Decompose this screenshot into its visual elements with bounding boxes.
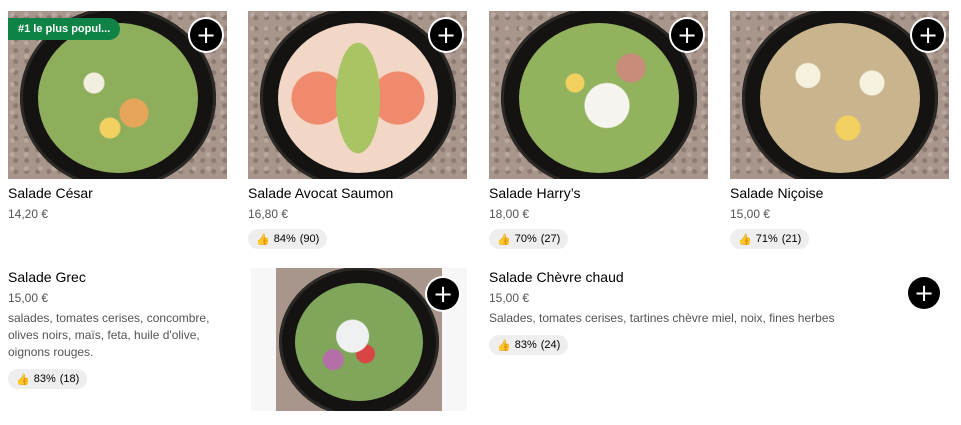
menu-item-salade-cesar[interactable]: #1 le plus popul... + Salade César 14,20… — [8, 11, 227, 221]
add-to-cart-button[interactable]: + — [908, 277, 940, 309]
item-photo-salade-grec[interactable]: + — [251, 268, 467, 411]
item-name: Salade Harry’s — [489, 185, 581, 201]
item-name: Salade César — [8, 185, 93, 201]
salad-image — [277, 23, 438, 174]
item-price: 16,80 € — [248, 207, 289, 221]
add-to-cart-button[interactable]: + — [430, 19, 462, 51]
item-description: salades, tomates cerises, concombre, oli… — [8, 311, 210, 359]
rating-percent: 70% — [514, 233, 537, 245]
add-to-cart-button[interactable]: + — [427, 278, 459, 310]
rating-percent: 83% — [514, 339, 537, 351]
add-to-cart-button[interactable]: + — [912, 19, 944, 51]
item-name: Salade Chèvre chaud — [489, 269, 624, 285]
rating-percent: 84% — [273, 233, 296, 245]
plus-icon: + — [913, 279, 935, 307]
salad-image — [37, 23, 198, 174]
add-to-cart-button[interactable]: + — [671, 19, 703, 51]
item-photo[interactable]: + — [730, 11, 949, 179]
item-name: Salade Avocat Saumon — [248, 185, 394, 201]
item-name: Salade Niçoise — [730, 185, 824, 201]
menu-item-salade-chevre-chaud[interactable]: Salade Chèvre chaud 15,00 € Salades, tom… — [489, 263, 889, 355]
rating-badge: 👍 71% (21) — [730, 229, 810, 249]
rating-badge: 👍 83% (18) — [8, 369, 88, 389]
item-price: 15,00 € — [489, 291, 530, 305]
rating-count: (90) — [299, 233, 320, 245]
popular-badge: #1 le plus popul... — [8, 18, 121, 40]
menu-item-salade-nicoise[interactable]: + Salade Niçoise 15,00 € 👍 71% (21) — [730, 11, 949, 249]
photo-frame — [276, 268, 442, 411]
salad-image — [518, 23, 679, 174]
item-description: Salades, tomates cerises, tartines chèvr… — [489, 311, 835, 325]
plus-icon: + — [676, 21, 698, 49]
salad-image — [759, 23, 920, 174]
item-photo[interactable]: + — [248, 11, 467, 179]
plus-icon: + — [917, 21, 939, 49]
item-price: 14,20 € — [8, 207, 49, 221]
rating-count: (18) — [59, 373, 80, 385]
rating-badge: 👍 83% (24) — [489, 335, 569, 355]
rating-badge: 👍 84% (90) — [248, 229, 328, 249]
plus-icon: + — [195, 21, 217, 49]
add-to-cart-button[interactable]: + — [190, 19, 222, 51]
thumbs-up-icon: 👍 — [16, 372, 30, 386]
rating-percent: 83% — [33, 373, 56, 385]
item-price: 15,00 € — [730, 207, 771, 221]
plus-icon: + — [432, 280, 454, 308]
item-price: 15,00 € — [8, 291, 49, 305]
item-photo[interactable]: #1 le plus popul... + — [8, 11, 227, 179]
rating-count: (27) — [540, 233, 561, 245]
rating-count: (21) — [781, 233, 802, 245]
plus-icon: + — [435, 21, 457, 49]
thumbs-up-icon: 👍 — [497, 338, 511, 352]
thumbs-up-icon: 👍 — [256, 232, 270, 246]
item-price: 18,00 € — [489, 207, 530, 221]
menu-item-salade-avocat-saumon[interactable]: + Salade Avocat Saumon 16,80 € 👍 84% (90… — [248, 11, 467, 249]
salad-image — [295, 283, 423, 402]
item-photo[interactable]: + — [489, 11, 708, 179]
thumbs-up-icon: 👍 — [497, 232, 511, 246]
rating-badge: 👍 70% (27) — [489, 229, 569, 249]
menu-item-salade-harrys[interactable]: + Salade Harry’s 18,00 € 👍 70% (27) — [489, 11, 708, 249]
menu-item-salade-grec[interactable]: Salade Grec 15,00 € salades, tomates cer… — [8, 263, 234, 389]
rating-percent: 71% — [755, 233, 778, 245]
rating-count: (24) — [540, 339, 561, 351]
thumbs-up-icon: 👍 — [738, 232, 752, 246]
item-name: Salade Grec — [8, 269, 86, 285]
